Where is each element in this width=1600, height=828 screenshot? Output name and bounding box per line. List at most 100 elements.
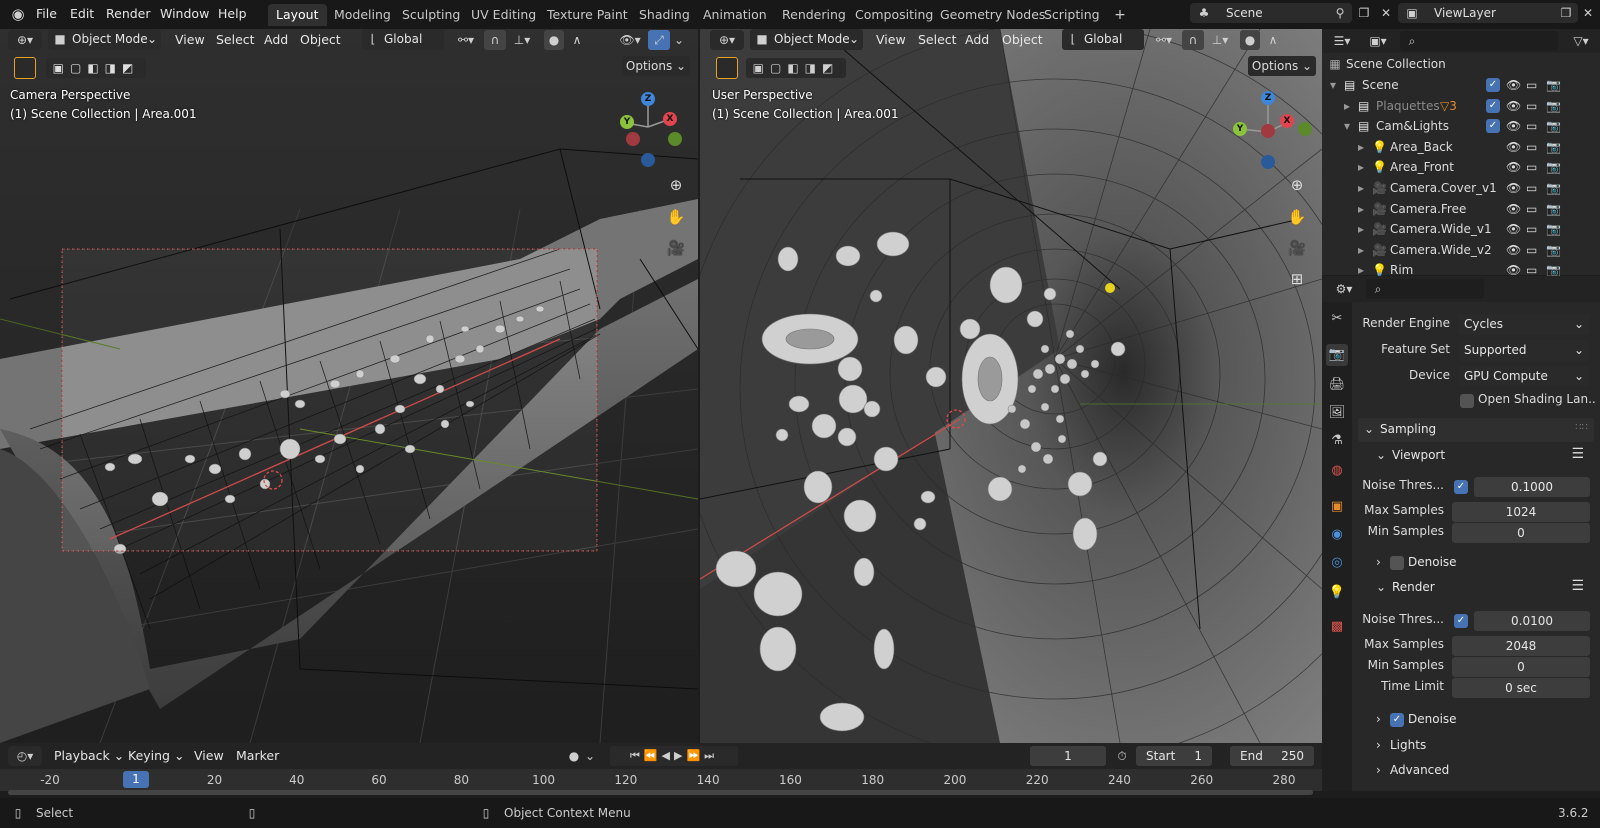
render-disable-icon[interactable]: 📷 [1546, 240, 1561, 260]
scene-tab-icon[interactable]: ⚗ [1326, 430, 1348, 452]
start-frame-field[interactable]: Start 1 [1136, 746, 1212, 766]
drag-handle-icon[interactable]: ∷∷ [1575, 422, 1588, 433]
outliner-root[interactable]: ▦ Scene Collection [1328, 54, 1598, 74]
right-menu-add[interactable]: Add [965, 31, 989, 49]
eye-icon[interactable]: 👁 [1506, 75, 1521, 95]
vp-noise-checkbox[interactable]: ✓ [1454, 480, 1468, 494]
eye-icon[interactable]: 👁 [1506, 157, 1521, 177]
right-gizmo-neg-x-icon[interactable] [1261, 124, 1275, 138]
vp-denoise-subsection[interactable]: › Denoise [1364, 551, 1594, 573]
outliner-item[interactable]: ▸ 💡 Area_Front 👁 ▭ 📷 [1322, 157, 1600, 177]
snap-icon[interactable]: ∩ [484, 30, 506, 50]
viewport-disable-icon[interactable]: ▭ [1526, 157, 1537, 177]
filter-icon[interactable]: ▽▾ [1566, 31, 1596, 51]
right-menu-object[interactable]: Object [1002, 31, 1043, 49]
menu-render[interactable]: Render [106, 5, 151, 23]
eye-icon[interactable]: 👁 [1506, 116, 1521, 136]
right-selection-mode-icons[interactable]: ▣▢◧◨◩ [746, 58, 846, 78]
gizmo-y-icon[interactable]: Y [620, 115, 634, 129]
viewport-disable-icon[interactable]: ▭ [1526, 116, 1537, 136]
falloff-icon[interactable]: ∧ [566, 30, 588, 50]
right-proportional-edit-icon[interactable]: ● [1240, 30, 1260, 50]
viewport-disable-icon[interactable]: ▭ [1526, 96, 1537, 116]
gizmo-dropdown-icon[interactable]: ⌄ [672, 30, 686, 50]
viewport-disable-icon[interactable]: ▭ [1526, 75, 1537, 95]
eye-icon[interactable]: 👁 [1506, 240, 1521, 260]
sampling-section-header[interactable]: ⌄ Sampling ∷∷ [1358, 418, 1594, 442]
proportional-edit-icon[interactable]: ● [544, 30, 564, 50]
outliner-item[interactable]: ▸ 🎥 Camera.Cover_v1 👁 ▭ 📷 [1322, 178, 1600, 198]
right-select-tool-icon[interactable] [716, 57, 738, 79]
selection-mode-icons[interactable]: ▣▢◧◨◩ [46, 58, 146, 78]
visibility-icon[interactable]: 👁▾ [616, 30, 644, 50]
r-max-field[interactable]: 2048 [1452, 636, 1590, 656]
right-menu-select[interactable]: Select [918, 31, 957, 49]
feature-set-dropdown[interactable]: Supported ⌄ [1458, 340, 1590, 361]
render-disable-icon[interactable]: 📷 [1546, 219, 1561, 239]
viewport-presets-icon[interactable]: ☰ [1571, 446, 1584, 462]
render-presets-icon[interactable]: ☰ [1571, 578, 1584, 594]
tab-texture-paint[interactable]: Texture Paint [539, 4, 636, 26]
right-viewport[interactable]: ⊕▾ ■ Object Mode ⌄ View Select Add Objec… [700, 29, 1322, 743]
render-disable-icon[interactable]: 📷 [1546, 75, 1561, 95]
tab-shading[interactable]: Shading [631, 4, 698, 26]
expand-chevron-icon[interactable]: ▸ [1358, 178, 1364, 198]
tab-layout[interactable]: Layout [268, 4, 327, 26]
output-tab-icon[interactable]: 🖨 [1326, 374, 1348, 396]
physics-tab-icon[interactable]: ◎ [1326, 552, 1348, 574]
left-mode-dropdown[interactable]: ■ Object Mode ⌄ [48, 29, 161, 50]
menu-window[interactable]: Window [160, 5, 209, 23]
pin-icon[interactable]: ⚲ [1330, 3, 1350, 23]
right-options-button[interactable]: Options ⌄ [1248, 56, 1316, 76]
left-navigation-gizmo[interactable]: Z X Y [608, 87, 688, 167]
current-frame-field[interactable]: 1 [1030, 746, 1106, 766]
viewport-disable-icon[interactable]: ▭ [1526, 240, 1537, 260]
gizmo-neg-x-icon[interactable] [626, 132, 640, 146]
expand-chevron-icon[interactable]: ▸ [1358, 219, 1364, 239]
display-mode-icon[interactable]: ▣▾ [1362, 31, 1394, 51]
vp-max-field[interactable]: 1024 [1452, 502, 1590, 522]
camera-view-icon[interactable]: 🎥 [663, 235, 689, 261]
r-noise-field[interactable]: 0.0100 [1474, 611, 1590, 631]
texture-tab-icon[interactable]: ▩ [1326, 616, 1348, 638]
timeline-menu-view[interactable]: View [194, 747, 224, 765]
right-gizmo-z-icon[interactable]: Z [1261, 91, 1275, 105]
gizmo-toggle-icon[interactable]: ⤢ [648, 30, 670, 50]
expand-chevron-icon[interactable]: ▾ [1330, 75, 1336, 95]
render-engine-dropdown[interactable]: Cycles ⌄ [1458, 314, 1590, 335]
render-tab-icon[interactable]: 📷 [1326, 344, 1348, 366]
delete-scene-icon[interactable]: ✕ [1376, 3, 1396, 23]
left-menu-add[interactable]: Add [264, 31, 288, 49]
gizmo-neg-y-icon[interactable] [668, 132, 682, 146]
data-tab-icon[interactable]: 💡 [1326, 582, 1348, 604]
outliner-item[interactable]: ▸ 🎥 Camera.Wide_v2 👁 ▭ 📷 [1322, 240, 1600, 260]
playback-controls[interactable]: ⏮⏪◀▶⏩⏭ [610, 746, 738, 766]
view-layer-selector[interactable]: ▣ ViewLayer [1398, 3, 1578, 23]
eye-icon[interactable]: 👁 [1506, 178, 1521, 198]
outliner-item[interactable]: ▾ ▤ Scene ✓ 👁 ▭ 📷 [1322, 75, 1600, 95]
left-menu-view[interactable]: View [175, 31, 205, 49]
viewport-disable-icon[interactable]: ▭ [1526, 199, 1537, 219]
timeline-scrollbar[interactable] [8, 790, 1313, 795]
eye-icon[interactable]: 👁 [1506, 96, 1521, 116]
r-denoise-checkbox[interactable]: ✓ [1390, 713, 1404, 727]
new-view-layer-icon[interactable]: ❐ [1556, 3, 1576, 23]
right-orientation-dropdown[interactable]: ⌊ Global [1062, 29, 1144, 50]
right-gizmo-neg-y-icon[interactable] [1298, 122, 1312, 136]
tool-tab-icon[interactable]: ✂ [1326, 308, 1348, 330]
render-disable-icon[interactable]: 📷 [1546, 116, 1561, 136]
delete-view-layer-icon[interactable]: ✕ [1578, 3, 1598, 23]
expand-chevron-icon[interactable]: ▸ [1358, 240, 1364, 260]
viewport-subsection-header[interactable]: ⌄ Viewport ☰ [1364, 444, 1594, 468]
left-menu-select[interactable]: Select [216, 31, 255, 49]
menu-help[interactable]: Help [218, 5, 247, 23]
end-frame-field[interactable]: End 250 [1230, 746, 1314, 766]
eye-icon[interactable]: 👁 [1506, 219, 1521, 239]
snap-target-icon[interactable]: ⊥▾ [508, 30, 536, 50]
gizmo-z-icon[interactable]: Z [641, 92, 655, 106]
menu-edit[interactable]: Edit [70, 5, 94, 23]
advanced-subsection[interactable]: › Advanced [1364, 759, 1594, 781]
world-tab-icon[interactable]: ◍ [1326, 460, 1348, 482]
render-disable-icon[interactable]: 📷 [1546, 199, 1561, 219]
outliner-item[interactable]: ▸ 🎥 Camera.Wide_v1 👁 ▭ 📷 [1322, 219, 1600, 239]
